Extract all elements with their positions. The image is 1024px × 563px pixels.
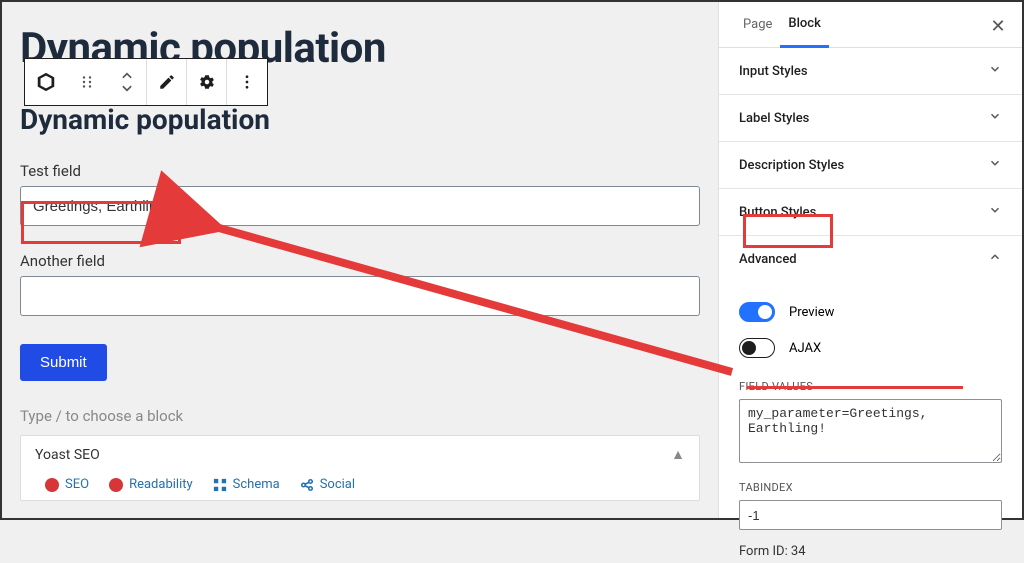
close-icon[interactable]: ✕: [986, 14, 1010, 38]
submit-button[interactable]: Submit: [20, 344, 107, 381]
field-label: Test field: [20, 162, 700, 180]
settings-icon[interactable]: [187, 59, 227, 105]
tab-page[interactable]: Page: [735, 2, 780, 48]
field-values-label: FIELD VALUES: [739, 380, 1002, 393]
chevron-down-icon: [988, 156, 1002, 174]
yoast-title: Yoast SEO: [35, 447, 100, 463]
preview-label: Preview: [789, 305, 834, 320]
section-label-styles[interactable]: Label Styles: [719, 95, 1022, 142]
test-field-input[interactable]: [20, 186, 700, 226]
form-title: Dynamic population: [20, 103, 700, 136]
advanced-body: Preview AJAX FIELD VALUES TABINDEX Form …: [719, 282, 1022, 563]
section-button-styles[interactable]: Button Styles: [719, 189, 1022, 236]
chevron-down-icon: [988, 62, 1002, 80]
section-input-styles[interactable]: Input Styles: [719, 48, 1022, 95]
ajax-toggle[interactable]: [739, 338, 775, 358]
sidebar-tabs: Page Block ✕: [719, 2, 1022, 48]
editor-area: Dynamic population Dynamic population Te…: [2, 2, 718, 518]
form-id-label: Form ID: 34: [739, 544, 1002, 559]
another-field-input[interactable]: [20, 276, 700, 316]
field-label: Another field: [20, 252, 700, 270]
section-description-styles[interactable]: Description Styles: [719, 142, 1022, 189]
yoast-tab-social[interactable]: Social: [290, 473, 365, 496]
block-type-icon[interactable]: [25, 59, 67, 105]
more-options-icon[interactable]: [227, 59, 267, 105]
preview-toggle[interactable]: [739, 302, 775, 322]
drag-handle-icon[interactable]: [67, 59, 107, 105]
yoast-tab-seo[interactable]: SEO: [35, 473, 99, 496]
collapse-icon[interactable]: ▲: [671, 446, 685, 463]
chevron-up-icon: [988, 250, 1002, 268]
yoast-tab-schema[interactable]: Schema: [203, 473, 290, 496]
block-toolbar: [24, 58, 268, 106]
section-advanced[interactable]: Advanced: [719, 236, 1022, 282]
tab-block[interactable]: Block: [780, 2, 828, 48]
chevron-down-icon: [988, 203, 1002, 221]
block-appender-hint[interactable]: Type / to choose a block: [20, 407, 700, 425]
ajax-label: AJAX: [789, 341, 821, 356]
chevron-down-icon: [988, 109, 1002, 127]
settings-sidebar: Page Block ✕ Input Styles Label Styles D…: [718, 2, 1022, 518]
move-arrows-icon[interactable]: [107, 59, 147, 105]
field-values-input[interactable]: [739, 399, 1002, 463]
edit-icon[interactable]: [147, 59, 187, 105]
tabindex-input[interactable]: [739, 500, 1002, 530]
yoast-panel: Yoast SEO ▲ SEO Readability Schema Socia…: [20, 435, 700, 501]
yoast-tab-readability[interactable]: Readability: [99, 473, 203, 496]
tabindex-label: TABINDEX: [739, 481, 1002, 494]
